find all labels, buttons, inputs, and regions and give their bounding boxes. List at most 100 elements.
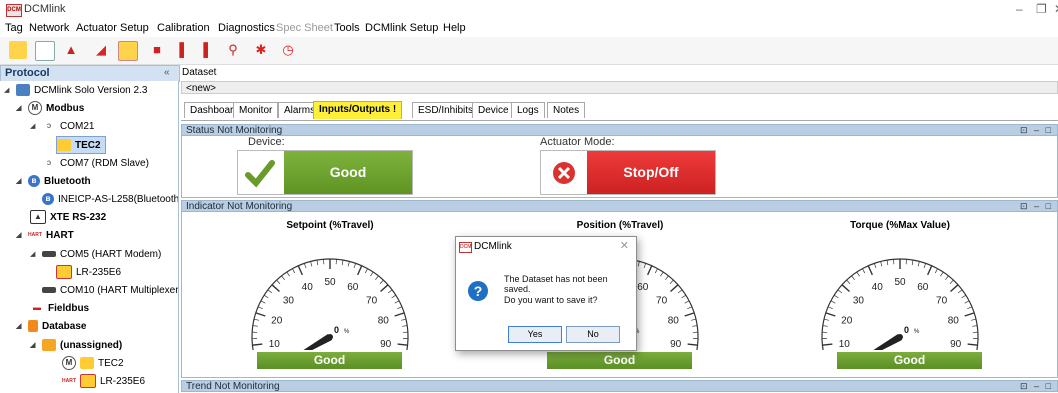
tree-node-db-tec2[interactable]: M TEC2 [62, 355, 124, 371]
panel-controls[interactable]: ⊡ ‒ □ [1020, 200, 1053, 212]
tree-node-hart[interactable]: ◢ HART HART [16, 227, 74, 243]
expand-arrow-icon[interactable]: ◢ [30, 250, 38, 258]
tree-node-unassigned[interactable]: ◢ (unassigned) [30, 337, 122, 353]
expand-arrow-icon[interactable]: ◢ [16, 104, 24, 112]
gauge-tick [379, 279, 384, 285]
stop-icon [541, 151, 587, 194]
tree-node-root[interactable]: ◢ DCMlink Solo Version 2.3 [4, 82, 147, 98]
document-icon[interactable] [35, 41, 55, 61]
car-icon[interactable]: ▲ [62, 41, 80, 59]
maximize-icon[interactable]: □ [1046, 125, 1053, 135]
gauge-tick [970, 318, 977, 321]
tree-node-com21[interactable]: ◢ ↄ COM21 [30, 118, 94, 134]
menu-calibration[interactable]: Calibration [157, 22, 210, 34]
gauge-tick [353, 263, 356, 269]
run-icon[interactable]: ✱ [252, 41, 270, 59]
clock-icon[interactable]: ◷ [279, 41, 297, 59]
expand-arrow-icon[interactable]: ◢ [16, 177, 24, 185]
restore-icon[interactable]: ❐ [1036, 2, 1047, 16]
pin-icon[interactable]: ⊡ [1020, 381, 1030, 391]
expand-arrow-icon[interactable]: ◢ [16, 231, 24, 239]
expand-arrow-icon[interactable]: ◢ [30, 341, 38, 349]
menu-dcmlink-setup[interactable]: DCMlink Setup [365, 22, 438, 34]
tree-node-com5[interactable]: ◢ COM5 (HART Modem) [30, 246, 161, 262]
maximize-icon[interactable]: □ [1046, 201, 1053, 211]
menu-tools[interactable]: Tools [334, 22, 360, 34]
modbus-icon: M [28, 101, 42, 115]
menu-tag[interactable]: Tag [5, 22, 23, 34]
gauge-tick [961, 294, 967, 299]
signal-icon[interactable]: ◢ [92, 41, 110, 59]
pin-icon[interactable]: ⊡ [1020, 125, 1030, 135]
menu-actuator-setup[interactable]: Actuator Setup [76, 22, 149, 34]
panel-controls[interactable]: ⊡ ‒ □ [1020, 380, 1053, 392]
window-title: DCMlink [24, 3, 66, 15]
gauge-tick [643, 263, 646, 269]
tree-node-tec2[interactable]: TEC2 [56, 136, 106, 154]
panel-controls[interactable]: ⊡ ‒ □ [1020, 124, 1053, 136]
network-icon[interactable]: ■ [148, 41, 166, 59]
actuator-red-icon[interactable]: ▌ [175, 41, 193, 59]
yes-button[interactable]: Yes [508, 326, 562, 343]
menu-help[interactable]: Help [443, 22, 466, 34]
gauge-tick [391, 294, 397, 299]
actuator-icon[interactable]: ▌ [199, 41, 217, 59]
open-folder-icon[interactable] [9, 41, 27, 59]
expand-arrow-icon[interactable]: ◢ [30, 122, 38, 130]
gauge-tick [923, 263, 926, 269]
gauge-tick [364, 268, 368, 274]
tree-node-xte[interactable]: ▲ XTE RS-232 [30, 209, 106, 225]
tree-node-bluetooth[interactable]: ◢ ʙ Bluetooth [16, 173, 91, 189]
gauge-scale-label: 20 [841, 316, 853, 327]
tree-node-label: HART [46, 229, 74, 241]
tree-node-label: INEICP-AS-L258(Bluetooth) [58, 193, 179, 205]
gauge-tick [911, 260, 914, 266]
search-icon[interactable]: ⚲ [224, 41, 242, 59]
pin-icon[interactable]: ⊡ [1020, 201, 1030, 211]
tree-node-lr-235e6[interactable]: LR-235E6 [56, 264, 121, 280]
expand-arrow-icon[interactable]: ◢ [4, 86, 12, 94]
tree-node-fieldbus[interactable]: ▬ Fieldbus [30, 300, 89, 316]
tree-node-modbus[interactable]: ◢ M Modbus [16, 100, 84, 116]
gauge-tick [257, 306, 263, 310]
tree-node-com10[interactable]: COM10 (HART Multiplexer) [42, 282, 178, 298]
tab-inputs-outputs[interactable]: Inputs/Outputs ! [313, 101, 403, 119]
dialog-close-icon[interactable]: ✕ [620, 239, 629, 252]
close-icon[interactable]: ✕ [1054, 2, 1058, 16]
tree-node-database[interactable]: ◢ Database [16, 318, 86, 334]
tab-notes[interactable]: Notes [547, 102, 586, 118]
gauge-tick [687, 306, 693, 310]
minimize-icon[interactable]: ‒ [1016, 2, 1023, 16]
question-icon: ? [468, 281, 488, 301]
maximize-icon[interactable]: □ [1046, 381, 1053, 391]
gauge-tick [822, 343, 833, 346]
menu-network[interactable]: Network [29, 22, 69, 34]
title-bar: DCM DCMlink ‒ ❐ ✕ [0, 0, 1058, 20]
tree-node-label: COM7 (RDM Slave) [60, 157, 149, 169]
gauge-tick [271, 284, 280, 293]
no-button[interactable]: No [566, 326, 620, 343]
menu-spec-sheet[interactable]: Spec Sheet [276, 22, 333, 34]
collapse-panel-icon[interactable]: « [164, 67, 170, 78]
tree-node-com7[interactable]: ↄ COM7 (RDM Slave) [42, 155, 149, 171]
gauge-tick [684, 312, 695, 317]
minimize-icon[interactable]: ‒ [1034, 381, 1041, 391]
tab-device[interactable]: Device [472, 102, 515, 118]
minimize-icon[interactable]: ‒ [1034, 201, 1041, 211]
menu-diagnostics[interactable]: Diagnostics [218, 22, 275, 34]
minimize-icon[interactable]: ‒ [1034, 125, 1041, 135]
gauge-title-position: Position (%Travel) [576, 220, 664, 231]
tab-logs[interactable]: Logs [511, 102, 545, 118]
expand-arrow-icon[interactable]: ◢ [16, 322, 24, 330]
tree-node-bt-device[interactable]: ʙ INEICP-AS-L258(Bluetooth) [42, 191, 179, 207]
dataset-field[interactable]: <new> [181, 81, 1058, 94]
gauge-title-torque: Torque (%Max Value) [850, 220, 950, 231]
tab-monitor[interactable]: Monitor [233, 102, 279, 118]
tree-node-db-lr-235e6[interactable]: HART LR-235E6 [62, 373, 145, 389]
configure-icon[interactable] [118, 41, 138, 61]
tab-esd-inhibits[interactable]: ESD/Inhibits [412, 102, 480, 118]
gauge-scale-label: 60 [917, 282, 929, 293]
gauge-tick [830, 300, 836, 304]
gauge-tick [945, 275, 949, 281]
gauge-value: 0 [904, 325, 909, 335]
